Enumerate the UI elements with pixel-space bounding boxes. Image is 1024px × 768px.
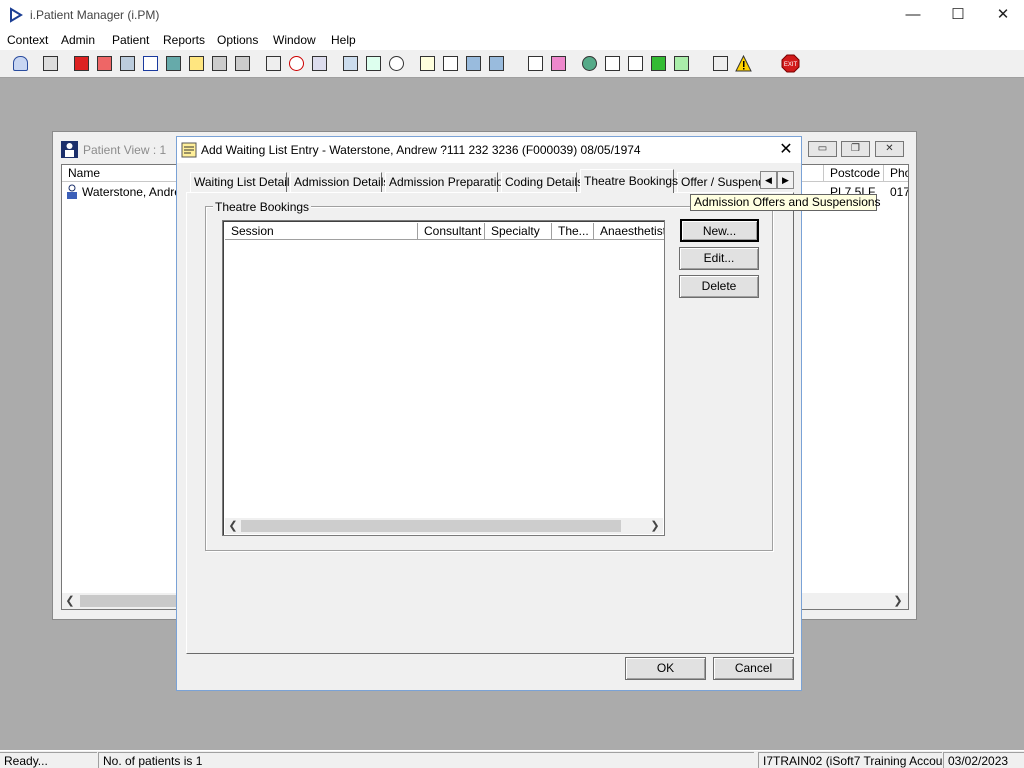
person-car-icon[interactable] xyxy=(486,53,507,74)
scroll-thumb[interactable] xyxy=(241,520,621,532)
scroll-thumb[interactable] xyxy=(80,595,190,607)
chart-icon[interactable] xyxy=(548,53,569,74)
tab-tooltip: Admission Offers and Suspensions xyxy=(690,194,881,211)
tab-offer-suspend[interactable]: Offer / Suspend xyxy=(677,172,761,192)
theatre-bookings-group-label: Theatre Bookings xyxy=(213,200,312,214)
app-title: i.Patient Manager (i.PM) xyxy=(30,8,160,22)
add-waiting-list-dialog: Add Waiting List Entry - Waterstone, And… xyxy=(176,136,802,691)
patient-view-close-button[interactable]: ✕ xyxy=(875,141,904,157)
user-icon[interactable] xyxy=(10,53,31,74)
edit-icon[interactable] xyxy=(94,53,115,74)
van2-icon[interactable] xyxy=(232,53,253,74)
car-icon[interactable] xyxy=(463,53,484,74)
status-bar: Ready... No. of patients is 1 I7TRAIN02 … xyxy=(0,750,1024,768)
screen-icon[interactable] xyxy=(309,53,330,74)
check-box-icon[interactable] xyxy=(671,53,692,74)
swap-icon[interactable] xyxy=(710,53,731,74)
tab-scroll-right-icon[interactable]: ▶ xyxy=(777,171,794,189)
patient-phone-cell: 0175 xyxy=(890,185,908,199)
dialog-close-button[interactable]: ✕ xyxy=(773,139,799,161)
menu-bar: Context Admin Patient Reports Options Wi… xyxy=(0,30,1024,50)
menu-help[interactable]: Help xyxy=(331,33,356,47)
app-titlebar: i.Patient Manager (i.PM) — ☐ ✕ xyxy=(0,0,1024,30)
m-icon[interactable] xyxy=(140,53,161,74)
patient-icon xyxy=(61,141,78,158)
person-icon[interactable] xyxy=(163,53,184,74)
clock-icon[interactable] xyxy=(286,53,307,74)
menu-reports[interactable]: Reports xyxy=(163,33,205,47)
tab-coding-details[interactable]: Coding Details xyxy=(501,172,583,192)
menu-admin[interactable]: Admin xyxy=(61,33,95,47)
column-header-phone[interactable]: Phon xyxy=(884,165,908,182)
delete-button[interactable]: Delete xyxy=(679,275,759,298)
menu-options[interactable]: Options xyxy=(217,33,258,47)
menu-patient[interactable]: Patient xyxy=(112,33,149,47)
menu-window[interactable]: Window xyxy=(273,33,316,47)
green-check-icon[interactable] xyxy=(648,53,669,74)
patient-count-text: No. of patients is 1 xyxy=(98,752,754,768)
patient-name-cell: Waterstone, Andrew xyxy=(82,185,182,199)
column-header-theatre[interactable]: The... xyxy=(552,223,594,240)
patient-view-title: Patient View : 1 xyxy=(83,143,167,157)
gauge-icon[interactable] xyxy=(386,53,407,74)
toolbar: EXIT xyxy=(0,50,1024,78)
scroll-right-icon[interactable]: ❯ xyxy=(647,518,663,534)
calendar-icon[interactable] xyxy=(363,53,384,74)
patient-view-restore-button[interactable]: ❐ xyxy=(841,141,870,157)
maximize-button[interactable]: ☐ xyxy=(935,0,981,30)
cancel-button[interactable]: Cancel xyxy=(713,657,794,680)
scroll-left-icon[interactable]: ❮ xyxy=(62,593,78,609)
patient-row-icon xyxy=(67,184,77,199)
card-icon[interactable] xyxy=(117,53,138,74)
minimize-button[interactable]: — xyxy=(890,0,936,30)
new-button[interactable]: New... xyxy=(680,219,759,242)
edit-button[interactable]: Edit... xyxy=(679,247,759,270)
globe-icon[interactable] xyxy=(579,53,600,74)
exit-icon[interactable]: EXIT xyxy=(780,53,801,74)
check-list-icon[interactable] xyxy=(602,53,623,74)
account-text: I7TRAIN02 (iSoft7 Training Account) xyxy=(758,752,942,768)
column-header-specialty[interactable]: Specialty xyxy=(485,223,552,240)
column-header-name[interactable]: Name xyxy=(62,165,182,182)
tab-waiting-list-details[interactable]: Waiting List Details xyxy=(190,172,296,192)
menu-context[interactable]: Context xyxy=(7,33,48,47)
tab-admission-details[interactable]: Admission Details xyxy=(290,172,389,192)
warning-icon[interactable] xyxy=(733,53,754,74)
document-icon[interactable] xyxy=(525,53,546,74)
date-text: 03/02/2023 xyxy=(943,752,1024,768)
theatre-list-hscrollbar[interactable]: ❮ ❯ xyxy=(225,518,663,534)
column-header-session[interactable]: Session xyxy=(225,223,418,240)
scroll-left-icon[interactable]: ❮ xyxy=(225,518,241,534)
check-doc-icon[interactable] xyxy=(625,53,646,74)
book-icon[interactable] xyxy=(71,53,92,74)
ok-button[interactable]: OK xyxy=(625,657,706,680)
dialog-title: Add Waiting List Entry - Waterstone, And… xyxy=(201,143,641,157)
list-icon[interactable] xyxy=(417,53,438,74)
search-icon[interactable] xyxy=(263,53,284,74)
close-button[interactable]: ✕ xyxy=(980,0,1024,30)
column-header-anaesthetist[interactable]: Anaesthetist xyxy=(594,223,664,240)
tab-admission-preparation[interactable]: Admission Preparation xyxy=(385,172,510,192)
tab-theatre-bookings[interactable]: Theatre Bookings xyxy=(580,169,678,193)
exit-label: EXIT xyxy=(784,62,798,68)
scroll-right-icon[interactable]: ❯ xyxy=(890,593,906,609)
patient-view-minimize-button[interactable]: ▭ xyxy=(808,141,837,157)
print-icon[interactable] xyxy=(40,53,61,74)
status-text: Ready... xyxy=(0,752,97,768)
dialog-titlebar: Add Waiting List Entry - Waterstone, And… xyxy=(177,137,801,163)
tab-scroll-left-icon[interactable]: ◀ xyxy=(760,171,777,189)
column-header-consultant[interactable]: Consultant xyxy=(418,223,485,240)
column-header-postcode[interactable]: Postcode xyxy=(824,165,884,182)
note-list-icon xyxy=(181,142,197,158)
picture-icon[interactable] xyxy=(340,53,361,74)
theatre-bookings-list[interactable]: Session Consultant Specialty The... Anae… xyxy=(222,220,665,536)
app-logo-icon xyxy=(10,7,23,23)
van-icon[interactable] xyxy=(209,53,230,74)
list-edit-icon[interactable] xyxy=(440,53,461,74)
note-icon[interactable] xyxy=(186,53,207,74)
